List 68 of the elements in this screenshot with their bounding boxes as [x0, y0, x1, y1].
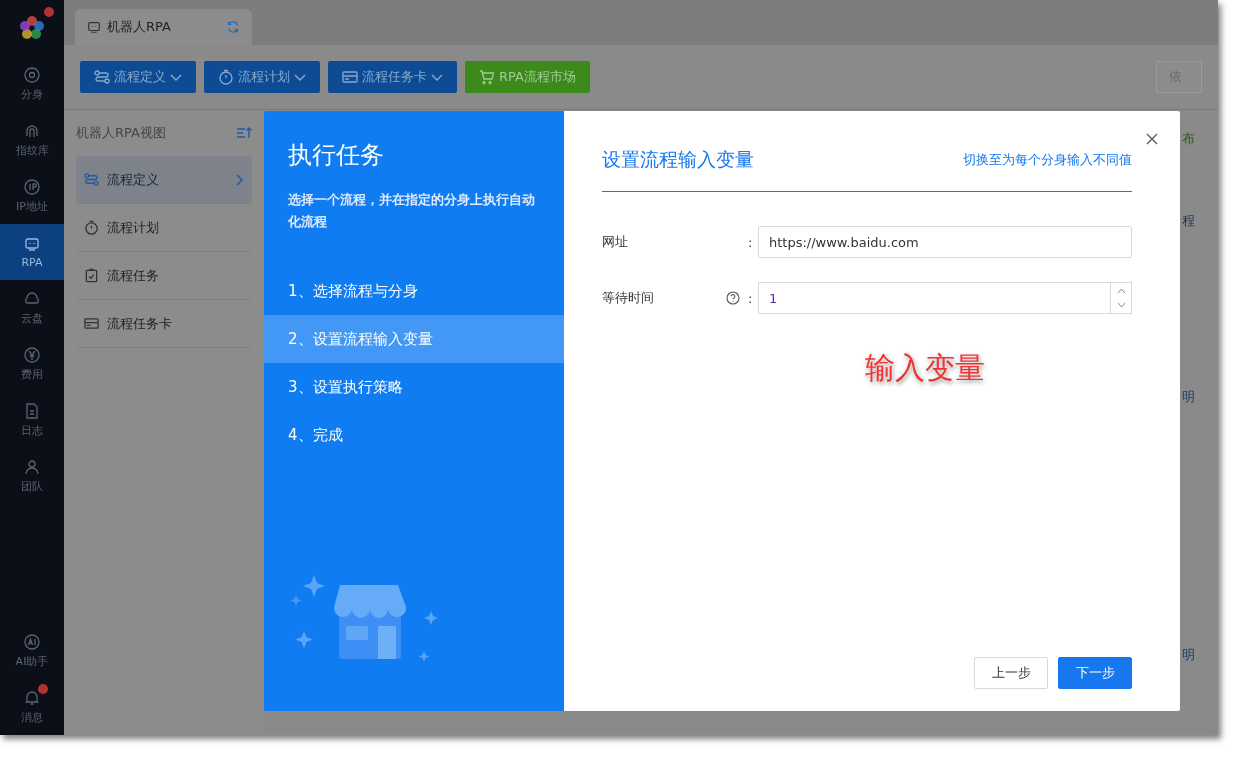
nav-icon	[24, 66, 40, 83]
step-item[interactable]: 3、设置执行策略	[264, 363, 564, 411]
number-field[interactable]: 1	[758, 282, 1110, 314]
annotation-text: 输入变量	[865, 349, 986, 387]
refresh-icon[interactable]	[226, 20, 240, 34]
toolbar-button[interactable]: 流程计划	[204, 61, 320, 93]
nav-item[interactable]: IP地址	[0, 168, 64, 224]
nav-icon	[24, 346, 40, 363]
item-icon	[84, 220, 99, 235]
nav-icon	[24, 458, 40, 475]
nav-item[interactable]: 分身	[0, 56, 64, 112]
toolbar-button[interactable]: 流程定义	[80, 61, 196, 93]
field-label: 网址	[602, 233, 629, 251]
nav-icon	[24, 122, 40, 139]
step-item[interactable]: 2、设置流程输入变量	[264, 315, 564, 363]
nav-item[interactable]: 云盘	[0, 280, 64, 336]
field-label: 等待时间	[602, 289, 655, 307]
flow-icon	[94, 69, 110, 85]
dialog-description: 选择一个流程，并在指定的分身上执行自动化流程	[287, 191, 536, 231]
step-item[interactable]: 4、完成	[264, 411, 564, 459]
sort-icon[interactable]	[236, 126, 252, 140]
panel-item[interactable]: 流程计划	[76, 204, 252, 252]
panel-title: 机器人RPA视图	[76, 124, 166, 142]
nav-icon	[24, 290, 40, 307]
panel-item[interactable]: 流程定义	[76, 156, 252, 204]
close-button[interactable]	[1146, 133, 1158, 145]
ai-icon	[24, 633, 40, 650]
step-item[interactable]: 1、选择流程与分身	[264, 267, 564, 315]
url-field[interactable]: https://www.baidu.com	[758, 226, 1132, 258]
flower-logo-icon	[19, 15, 45, 41]
close-icon	[1146, 133, 1158, 145]
card-icon	[342, 69, 358, 85]
robot-icon	[87, 20, 101, 34]
nav-item[interactable]: RPA	[0, 224, 64, 280]
colon-text: :	[748, 290, 754, 306]
background-text: 明	[1181, 388, 1196, 406]
nav-item[interactable]: 团队	[0, 448, 64, 504]
step-button[interactable]: 上一步	[974, 657, 1048, 689]
nav-item[interactable]: AI助手	[0, 623, 64, 679]
section-heading: 设置流程输入变量	[602, 147, 754, 172]
panel-item[interactable]: 流程任务	[76, 252, 252, 300]
toolbar-button[interactable]: RPA流程市场	[465, 61, 590, 93]
help-icon[interactable]	[726, 291, 740, 305]
nav-icon	[24, 402, 40, 419]
colon-text: :	[748, 234, 754, 250]
chevron-right-icon	[236, 173, 244, 186]
item-icon	[84, 268, 99, 283]
background-text: 布	[1181, 130, 1196, 148]
item-icon	[84, 316, 99, 331]
nav-item[interactable]: 消息	[0, 679, 64, 735]
toolbar-button[interactable]: 流程任务卡	[328, 61, 457, 93]
nav-item[interactable]: 日志	[0, 392, 64, 448]
switch-link[interactable]: 切换至为每个分身输入不同值	[963, 151, 1132, 169]
background-text: 程	[1181, 212, 1196, 230]
nav-icon	[24, 178, 40, 195]
step-button[interactable]: 下一步	[1058, 657, 1132, 689]
dialog-title: 执行任务	[287, 140, 385, 171]
stopwatch-icon	[218, 69, 234, 85]
cart-icon	[479, 69, 495, 85]
tab-label: 机器人RPA	[107, 18, 172, 36]
panel-item[interactable]: 流程任务卡	[76, 300, 252, 348]
nav-item[interactable]: 费用	[0, 336, 64, 392]
bell-icon	[24, 689, 40, 706]
item-icon	[84, 172, 99, 187]
nav-icon	[24, 235, 40, 252]
nav-item[interactable]: 指纹库	[0, 112, 64, 168]
background-text: 明	[1181, 646, 1196, 664]
page-tab[interactable]: 机器人RPA	[75, 9, 252, 45]
